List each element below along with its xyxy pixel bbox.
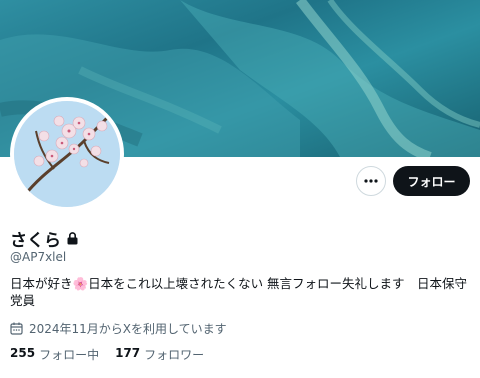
following-count: 255 <box>10 346 36 360</box>
joined-date-row: 2024年11月からXを利用しています <box>10 320 227 337</box>
follow-button[interactable]: フォロー <box>393 166 470 196</box>
avatar-image <box>14 101 120 207</box>
following-label: フォロー中 <box>39 348 100 362</box>
lock-icon <box>67 232 78 245</box>
following-link[interactable]: 255 フォロー中 <box>10 346 99 363</box>
calendar-icon <box>10 322 23 335</box>
followers-count: 177 <box>115 346 141 360</box>
display-name: さくら <box>10 231 61 251</box>
username-handle: @AP7xlel <box>10 250 67 264</box>
more-options-button[interactable] <box>356 166 386 196</box>
profile-bio: 日本が好き🌸日本をこれ以上壊されたくない 無言フォロー失礼します 日本保守党員 <box>10 276 468 308</box>
avatar[interactable] <box>10 97 124 211</box>
profile-name-row: さくら <box>10 226 78 251</box>
more-icon <box>364 179 378 183</box>
joined-date: 2024年11月からXを利用しています <box>29 322 227 336</box>
followers-link[interactable]: 177 フォロワー <box>115 346 204 363</box>
followers-label: フォロワー <box>144 348 205 362</box>
follow-stats: 255 フォロー中 177 フォロワー <box>10 346 204 363</box>
